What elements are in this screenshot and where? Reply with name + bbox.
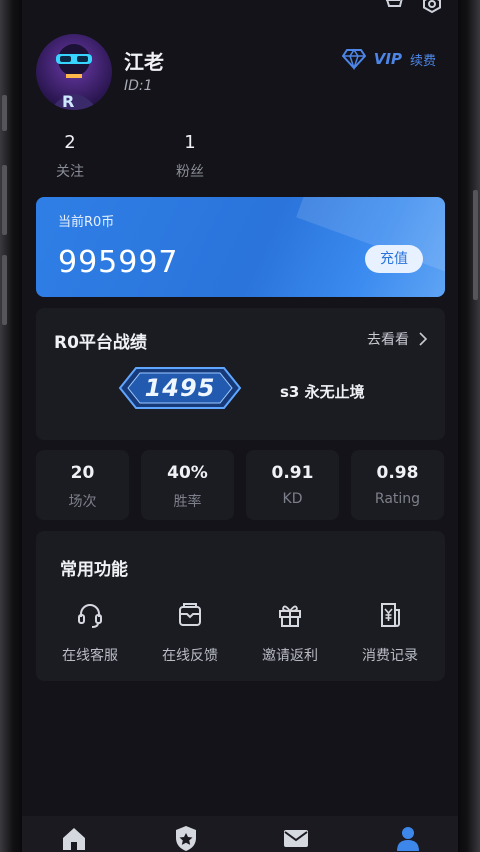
invite-rebate-button[interactable]: 邀请返利 <box>240 601 340 665</box>
metric-matches: 20 场次 <box>36 450 129 520</box>
following-label: 关注 <box>56 164 84 180</box>
online-service-button[interactable]: 在线客服 <box>40 601 140 665</box>
bottom-tab-bar <box>22 816 458 852</box>
record-more-link[interactable]: 去看看 <box>367 329 427 349</box>
home-icon[interactable] <box>60 824 88 852</box>
phone-frame: R 江老 ID:1 VIP 续费 2 关注 1 粉丝 当前R0币 995997 … <box>0 0 480 852</box>
record-panel: R0平台战绩 去看看 1495 s3 永无止境 <box>36 308 445 440</box>
profile-icon[interactable] <box>394 824 422 852</box>
function-label: 消费记录 <box>362 648 418 664</box>
gift-icon <box>279 605 301 627</box>
metric-value: 0.98 <box>376 463 419 483</box>
user-id: ID:1 <box>124 78 153 94</box>
receipt-icon <box>381 603 400 627</box>
mail-icon[interactable] <box>282 824 310 852</box>
vip-renew-link[interactable]: VIP 续费 <box>341 48 436 70</box>
phone-side-button <box>2 255 7 325</box>
recharge-button[interactable]: 充值 <box>365 245 423 273</box>
followers-count: 1 <box>184 132 196 153</box>
function-label: 在线客服 <box>62 648 118 664</box>
following-count: 2 <box>64 132 76 153</box>
shield-star-icon[interactable] <box>172 824 200 852</box>
functions-panel: 常用功能 在线客服 在线反馈 邀请返利 消费记录 <box>36 531 445 681</box>
metric-kd: 0.91 KD <box>246 450 339 520</box>
user-name: 江老 <box>124 50 164 74</box>
season-label: s3 永无止境 <box>280 383 365 401</box>
function-label: 邀请返利 <box>262 648 318 664</box>
headset-icon <box>78 604 102 628</box>
chevron-right-icon <box>419 332 427 346</box>
coin-balance-card: 当前R0币 995997 充值 <box>36 197 445 297</box>
vip-renew-label: 续费 <box>409 53 436 69</box>
record-title: R0平台战绩 <box>54 333 147 353</box>
metric-label: KD <box>282 491 303 507</box>
followers-stat[interactable]: 1 粉丝 <box>168 132 212 181</box>
rating-value: 1495 <box>144 374 216 402</box>
record-more-label: 去看看 <box>367 332 409 348</box>
metric-value: 40% <box>167 463 208 483</box>
profile-screen: R 江老 ID:1 VIP 续费 2 关注 1 粉丝 当前R0币 995997 … <box>22 0 458 852</box>
metric-value: 0.91 <box>271 463 314 483</box>
metric-value: 20 <box>70 463 95 483</box>
phone-side-button <box>2 95 7 131</box>
coin-balance: 995997 <box>58 245 179 280</box>
phone-power-button <box>473 190 478 300</box>
feedback-icon <box>179 603 201 626</box>
vip-diamond-icon <box>341 48 366 70</box>
function-label: 在线反馈 <box>162 648 218 664</box>
following-stat[interactable]: 2 关注 <box>48 132 92 181</box>
vip-label: VIP <box>373 50 402 68</box>
avatar[interactable]: R <box>36 34 112 110</box>
online-feedback-button[interactable]: 在线反馈 <box>140 601 240 665</box>
settings-icon[interactable] <box>420 0 444 14</box>
metric-rating: 0.98 Rating <box>351 450 444 520</box>
top-toolbar <box>380 0 444 14</box>
coin-label: 当前R0币 <box>58 215 115 230</box>
avatar-letter: R <box>62 92 75 110</box>
cart-icon[interactable] <box>380 0 404 14</box>
metric-label: 场次 <box>68 494 97 510</box>
purchase-history-button[interactable]: 消费记录 <box>340 601 440 665</box>
phone-bezel-right <box>458 0 480 852</box>
functions-title: 常用功能 <box>60 560 128 580</box>
metric-winrate: 40% 胜率 <box>141 450 234 520</box>
followers-label: 粉丝 <box>176 164 204 180</box>
phone-side-button <box>2 165 7 235</box>
metric-label: 胜率 <box>173 494 202 510</box>
metric-label: Rating <box>374 491 421 507</box>
